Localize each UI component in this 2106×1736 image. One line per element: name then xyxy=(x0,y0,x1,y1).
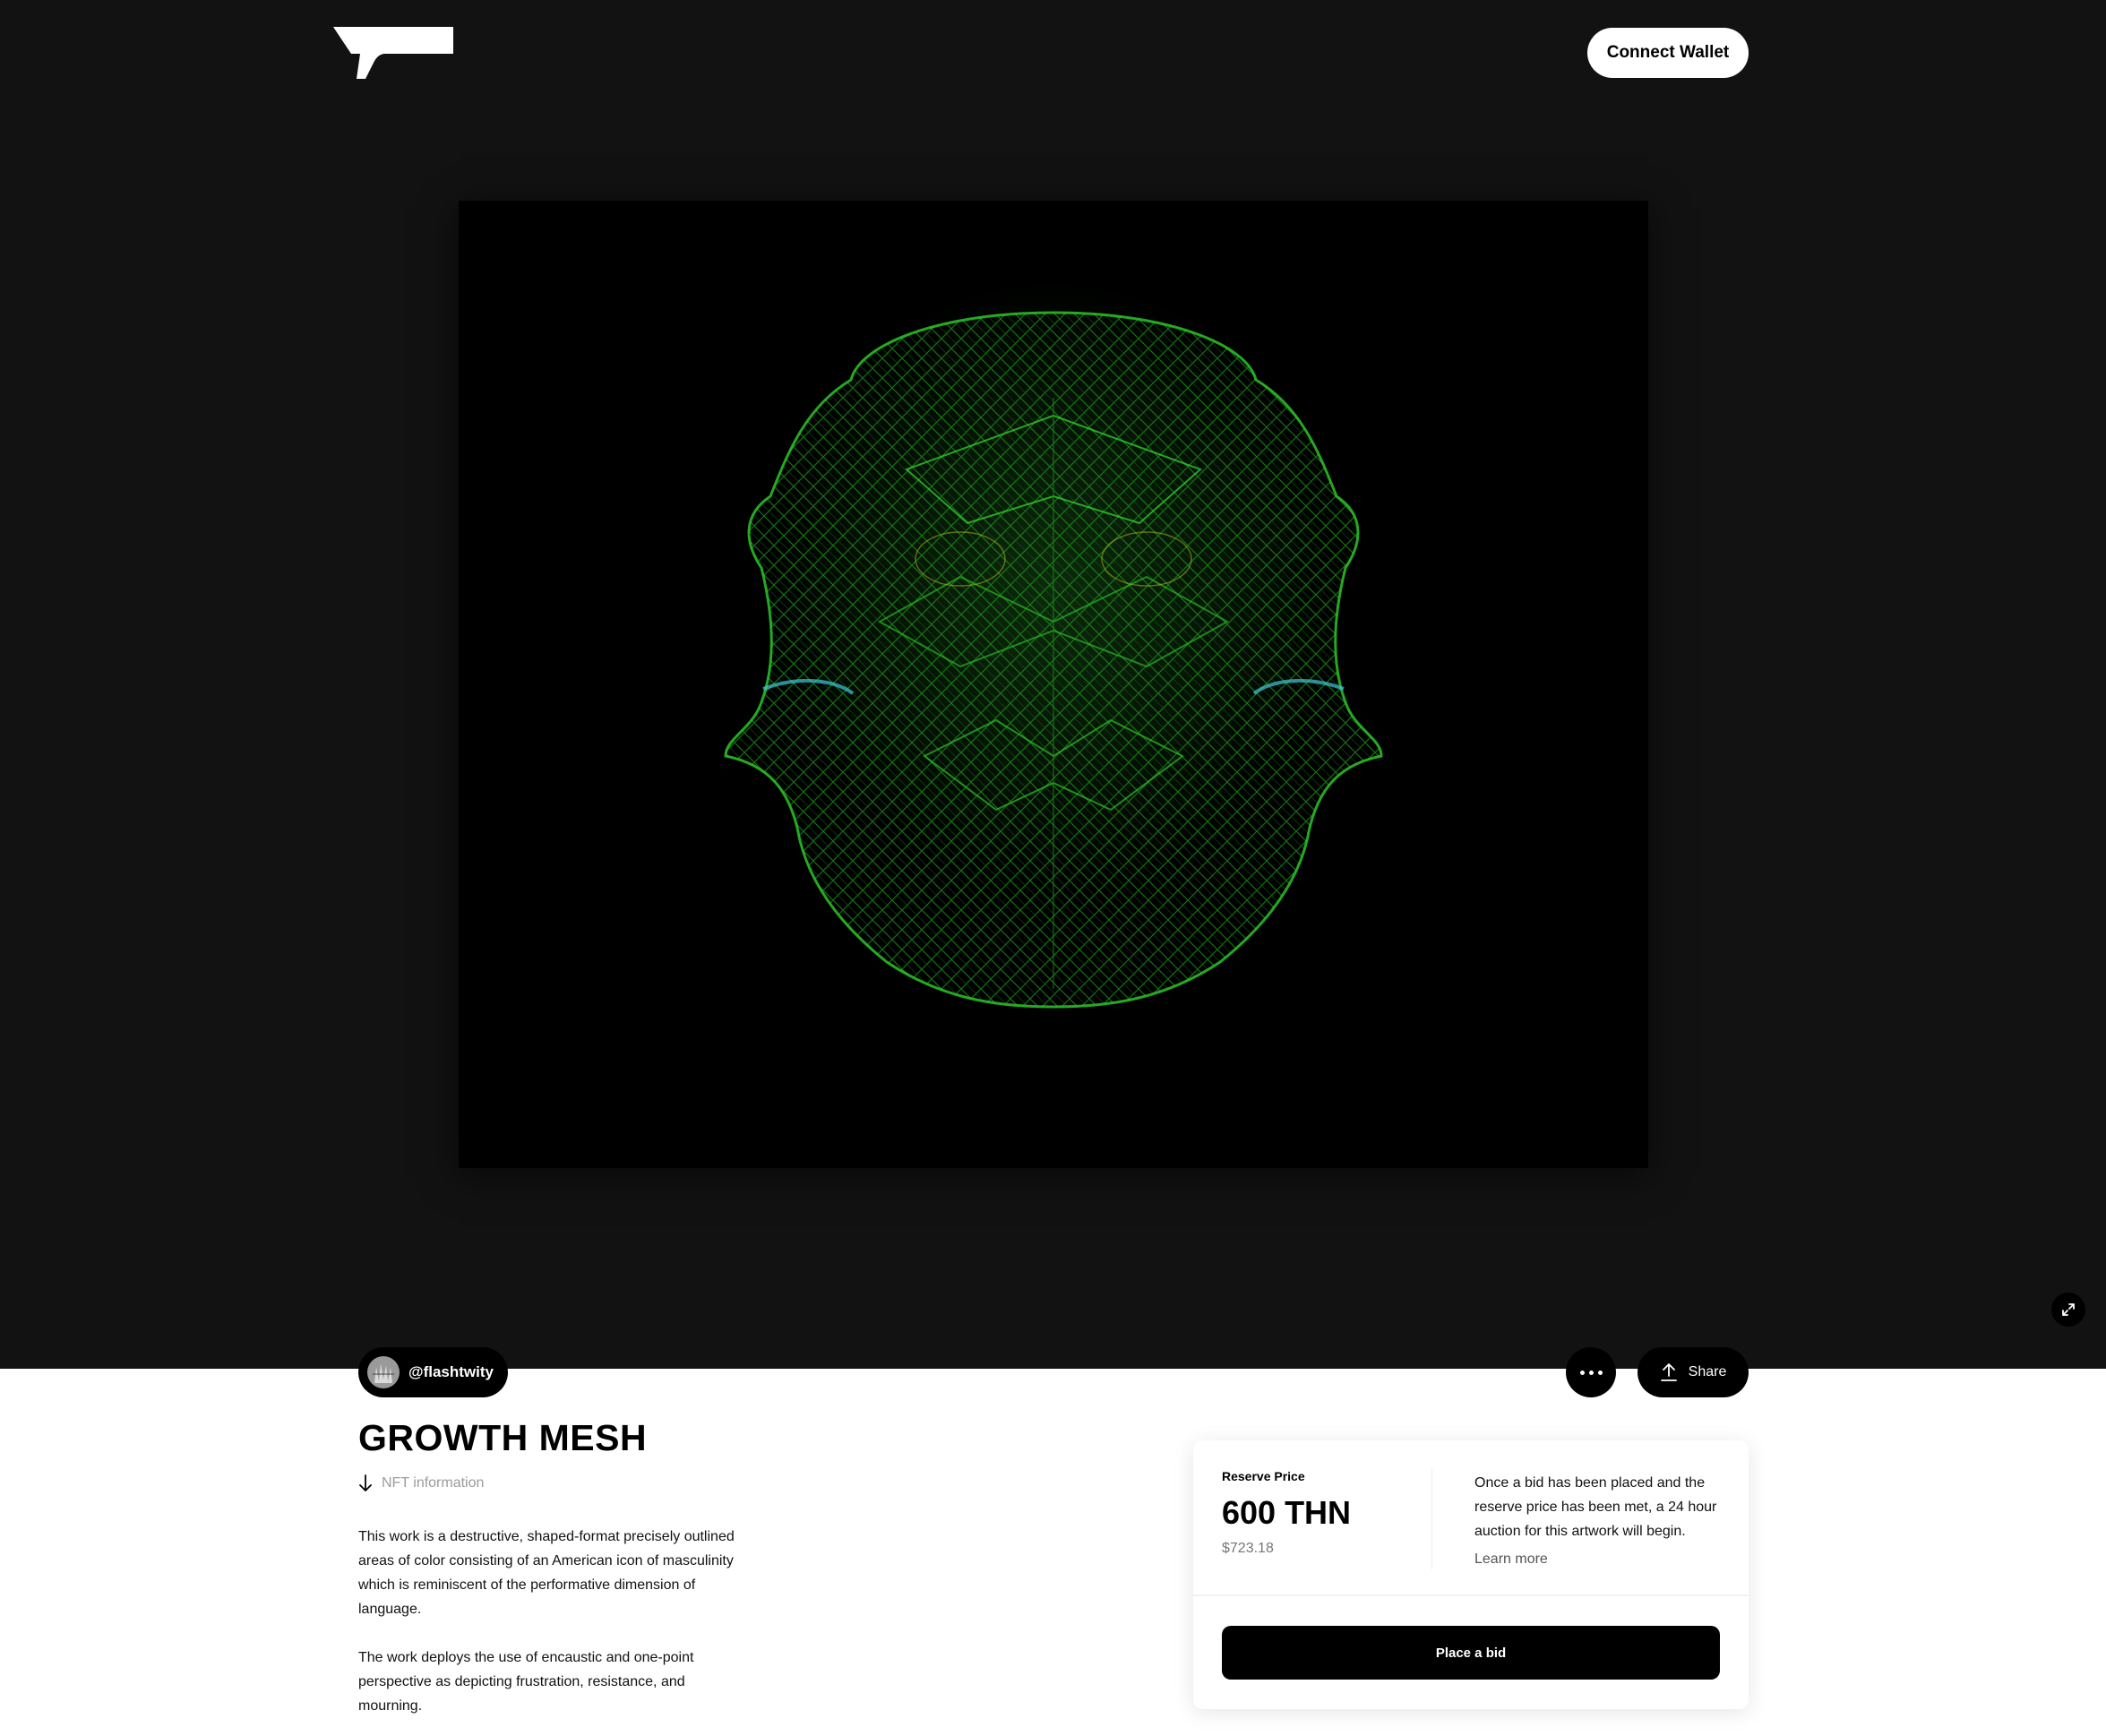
creator-handle: @flashtwity xyxy=(408,1363,494,1380)
hero-section: Connect Wallet xyxy=(0,0,2106,1369)
reserve-price-value: 600 THN xyxy=(1222,1494,1352,1531)
nft-information-link[interactable]: NFT information xyxy=(358,1474,484,1492)
nft-title: GROWTH MESH xyxy=(358,1417,648,1458)
creator-profile-link[interactable]: @flashtwity xyxy=(358,1347,508,1397)
nft-description: This work is a destructive, shaped-forma… xyxy=(358,1525,752,1718)
bid-card: Reserve Price 600 THN $723.18 Once a bid… xyxy=(1193,1440,1749,1709)
more-icon xyxy=(1579,1370,1585,1375)
learn-more-link[interactable]: Learn more xyxy=(1474,1551,1548,1568)
brand-logo[interactable] xyxy=(333,27,453,79)
arrow-down-icon xyxy=(359,1474,372,1491)
card-divider-horizontal xyxy=(1193,1594,1749,1596)
more-icon-dot xyxy=(1597,1370,1603,1375)
more-icon-dot xyxy=(1588,1370,1594,1375)
more-options-button[interactable] xyxy=(1566,1347,1616,1397)
place-bid-button[interactable]: Place a bid xyxy=(1222,1626,1720,1680)
card-divider xyxy=(1431,1469,1432,1569)
connect-wallet-button[interactable]: Connect Wallet xyxy=(1587,28,1749,78)
description-paragraph: The work deploys the use of encaustic an… xyxy=(358,1650,694,1714)
expand-arrows-icon xyxy=(2062,1303,2075,1316)
reserve-price-label: Reserve Price xyxy=(1222,1469,1305,1483)
artwork-image xyxy=(459,201,1648,1168)
auction-note: Once a bid has been placed and the reser… xyxy=(1474,1475,1717,1539)
description-paragraph: This work is a destructive, shaped-forma… xyxy=(358,1529,735,1617)
share-icon xyxy=(1660,1363,1677,1381)
nft-artwork xyxy=(459,201,1648,1168)
share-button[interactable]: Share xyxy=(1638,1347,1749,1397)
nft-information-label: NFT information xyxy=(382,1475,485,1491)
avatar xyxy=(367,1356,400,1388)
share-label: Share xyxy=(1688,1364,1727,1379)
expand-icon[interactable] xyxy=(2051,1293,2085,1327)
reserve-price-usd: $723.18 xyxy=(1222,1541,1274,1556)
avatar-image xyxy=(367,1356,400,1388)
